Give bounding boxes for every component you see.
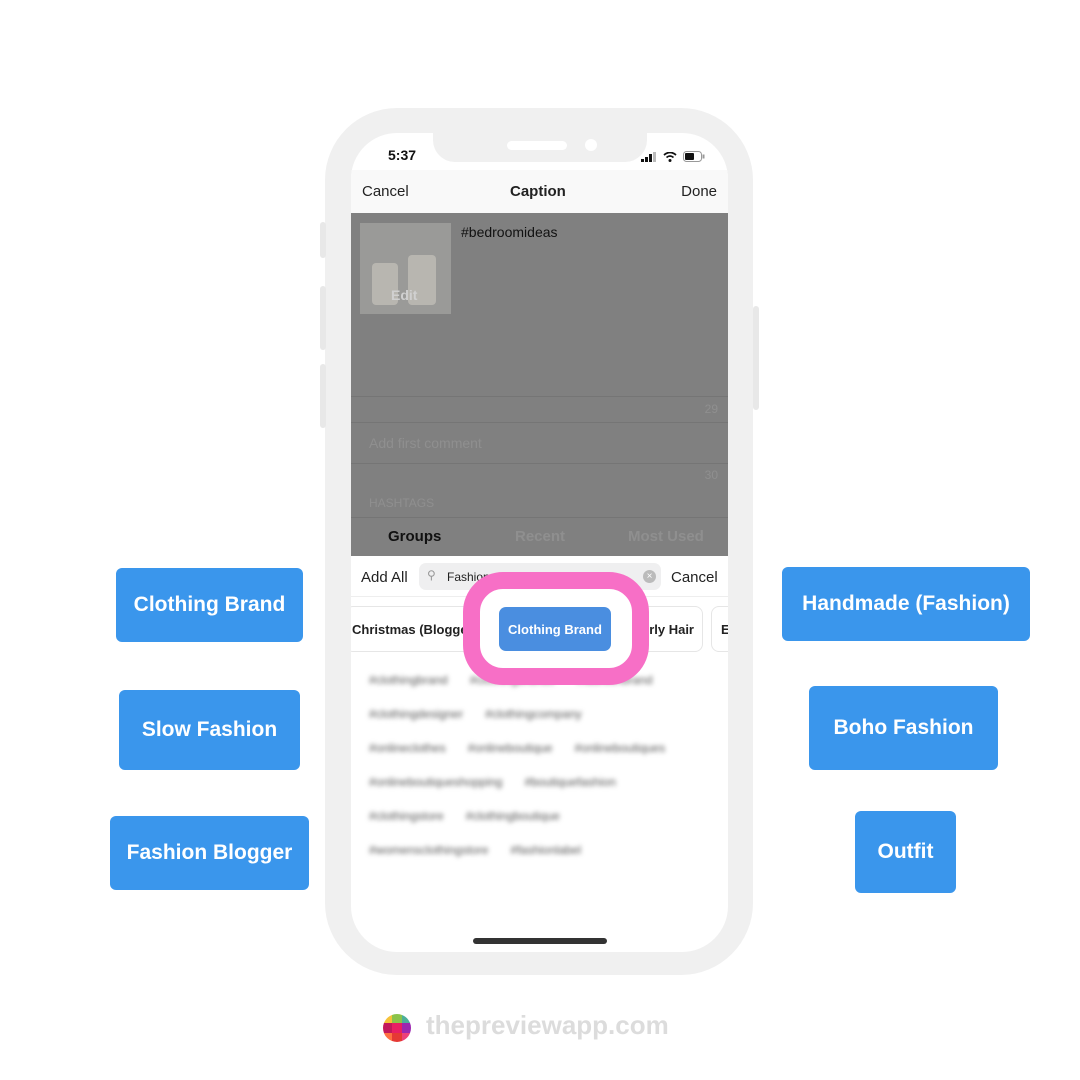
hashtag[interactable]: #fashionlabel [510,843,581,857]
speaker [507,141,567,150]
hashtag-row: #clothingstore #clothingboutique [369,809,719,843]
phone-screen: 5:37 Cancel Caption Done Edit #bedroomid… [351,133,728,952]
nav-bar: Cancel Caption Done [351,170,728,213]
comment-count: 30 [704,468,718,482]
hashtag-row: #onlineclothes #onlineboutique #onlinebout… [369,741,719,775]
page-title: Caption [510,183,566,200]
label-boho-fashion: Boho Fashion [809,686,998,770]
divider [351,422,728,423]
edit-label: Edit [391,287,418,303]
hashtag[interactable]: #clothingstore [369,809,444,823]
done-button[interactable]: Done [681,183,717,200]
label-slow-fashion: Slow Fashion [119,690,300,770]
caption-text[interactable]: #bedroomideas [461,224,558,240]
home-indicator [473,938,607,944]
label-clothing-brand: Clothing Brand [116,568,303,642]
tab-groups[interactable]: Groups [388,528,441,545]
hashtags-header: HASHTAGS [369,496,435,510]
phone-power-button [753,306,759,410]
search-icon: ⚲ [427,568,436,582]
post-thumbnail[interactable]: Edit [360,223,451,314]
hashtag[interactable]: #clothingbrand [369,673,448,687]
first-comment-input[interactable]: Add first comment [369,435,482,451]
hashtag[interactable]: #womensclothingstore [369,843,488,857]
chip-e[interactable]: E [711,606,728,652]
cancel-search-button[interactable]: Cancel [671,569,718,586]
hashtag[interactable]: #clothingdesigner [369,707,463,721]
hashtag[interactable]: #onlineboutiques [574,741,665,755]
hashtag[interactable]: #clothingboutique [466,809,560,823]
divider [351,517,728,518]
battery-icon [683,151,705,162]
hashtag-row: #womensclothingstore #fashionlabel [369,843,719,877]
divider [351,463,728,464]
hashtag-row: #onlineboutiqueshopping #boutiquefashion [369,775,719,809]
phone-volume-down [320,364,326,428]
hashtag-row: #clothingdesigner #clothingcompany [369,707,719,741]
hashtag-list: #clothingbrand#clothingbrands#fashionbra… [369,673,719,877]
chip-clothing-brand-selected[interactable]: Clothing Brand [499,607,611,651]
status-icons [641,151,705,162]
status-time: 5:37 [388,147,417,163]
dimmed-overlay[interactable]: Edit #bedroomideas 29 Add first comment … [351,213,728,556]
brand-text: thepreviewapp.com [426,1010,669,1040]
phone-mute-switch [320,222,326,258]
hashtag[interactable]: #clothingcompany [485,707,582,721]
notch [433,133,647,162]
hashtag[interactable]: #onlineboutiqueshopping [369,775,502,789]
clear-icon[interactable]: × [643,570,656,583]
caption-count: 29 [704,402,718,416]
preview-app-logo [383,1014,411,1042]
label-handmade-fashion: Handmade (Fashion) [782,567,1030,641]
hashtag[interactable]: #boutiquefashion [524,775,615,789]
phone-volume-up [320,286,326,350]
cancel-button[interactable]: Cancel [362,183,409,200]
label-fashion-blogger: Fashion Blogger [110,816,309,890]
camera [585,139,597,151]
tab-most-used[interactable]: Most Used [628,528,704,545]
hashtag[interactable]: #onlineboutique [468,741,553,755]
divider [351,396,728,397]
wifi-icon [663,152,677,162]
tab-recent[interactable]: Recent [515,528,565,545]
signal-icon [641,152,656,162]
add-all-button[interactable]: Add All [361,569,408,586]
label-outfit: Outfit [855,811,956,893]
hashtag[interactable]: #onlineclothes [369,741,446,755]
